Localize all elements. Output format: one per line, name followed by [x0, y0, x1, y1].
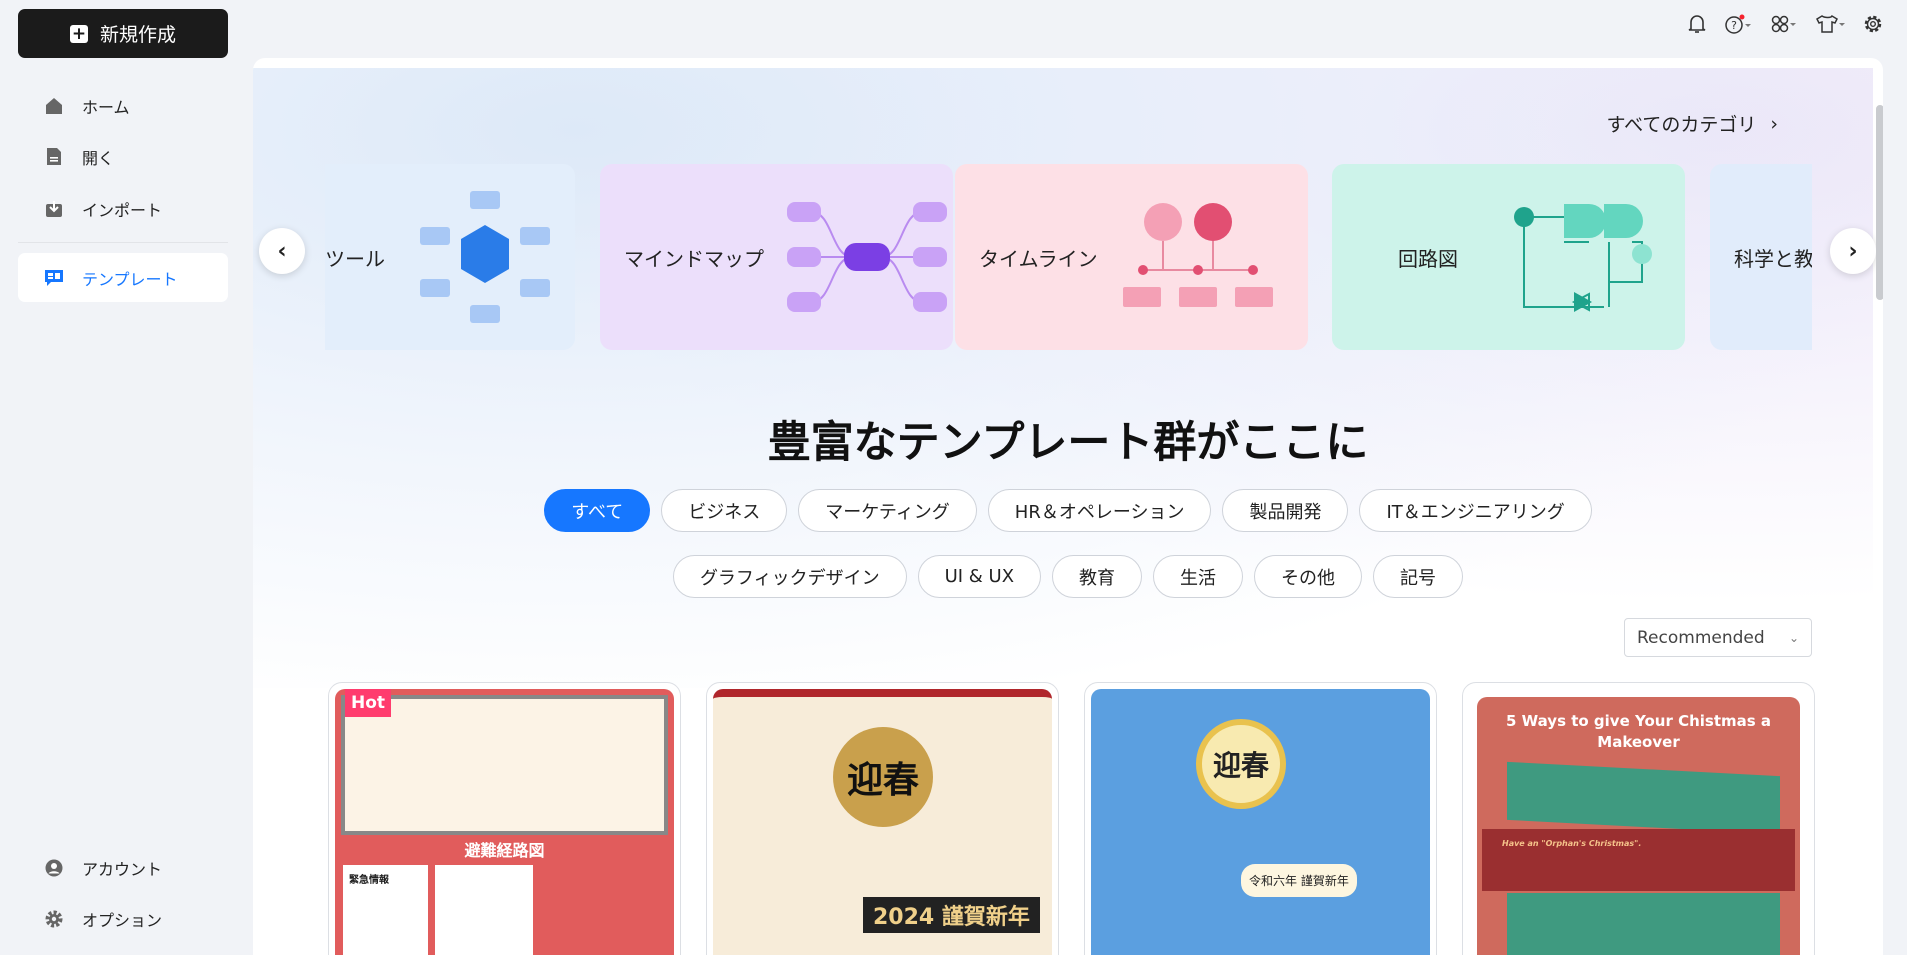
template-title: 迎春 — [1196, 719, 1286, 809]
filter-chip[interactable]: 生活 — [1153, 555, 1244, 598]
filter-chip[interactable]: グラフィックデザイン — [672, 555, 907, 598]
sidebar-item-label: アカウント — [82, 859, 163, 879]
template-card-evacuation[interactable]: Hot 避難経路図 緊急情報 — [328, 682, 681, 955]
sidebar-item-template[interactable]: テンプレート — [18, 253, 228, 302]
template-icon — [44, 268, 64, 288]
carousel-prev-button[interactable]: ‹ — [259, 228, 305, 274]
filter-chip[interactable]: ビジネス — [661, 489, 788, 532]
scrollbar-thumb[interactable] — [1876, 105, 1883, 300]
ribbon — [1507, 761, 1780, 835]
category-filter-row-1: すべて ビジネス マーケティング HR＆オペレーション 製品開発 IT＆エンジニアリング — [253, 489, 1883, 532]
sidebar-item-label: オプション — [82, 910, 163, 930]
filter-chip[interactable]: 製品開発 — [1222, 489, 1349, 532]
hot-badge: Hot — [345, 689, 392, 717]
category-label: ツール — [325, 246, 385, 271]
all-categories-link[interactable]: すべてのカテゴリ › — [1606, 110, 1778, 137]
template-text: 2024 謹賀新年 — [863, 897, 1040, 933]
filter-chip[interactable]: すべて — [544, 489, 651, 532]
carousel-next-button[interactable]: › — [1830, 228, 1876, 274]
sidebar-item-label: テンプレート — [82, 269, 178, 289]
sidebar-item-open[interactable]: 開く — [18, 132, 228, 181]
template-info-box: 緊急情報 — [343, 865, 428, 955]
new-create-label: 新規作成 — [99, 24, 176, 46]
plus-icon: + — [69, 23, 88, 44]
category-label: マインドマップ — [624, 246, 764, 271]
category-card-science[interactable]: 科学と教 — [1710, 164, 1812, 350]
chevron-right-icon: › — [1848, 238, 1858, 264]
category-label: 回路図 — [1398, 246, 1458, 271]
apps-icon[interactable] — [1769, 12, 1801, 36]
template-subtitle: 緊急情報 — [349, 875, 389, 886]
chevron-left-icon: ‹ — [277, 238, 287, 264]
circuit-icon — [1514, 204, 1652, 312]
theme-shirt-icon[interactable] — [1815, 12, 1847, 36]
category-card-circuit[interactable]: 回路図 — [1332, 164, 1685, 350]
network-diagram-icon — [420, 191, 550, 323]
account-icon — [44, 858, 64, 878]
gear-icon — [44, 909, 64, 929]
page-title: 豊富なテンプレート群がここに — [767, 418, 1369, 468]
sidebar-divider — [18, 242, 228, 243]
sidebar-item-label: インポート — [82, 200, 163, 220]
category-filter-row-2: グラフィックデザイン UI & UX 教育 生活 その他 記号 — [253, 555, 1883, 598]
sort-select[interactable]: Recommended ⌄ — [1624, 618, 1812, 657]
category-carousel: ツール マインドマップ タイムライン 回路図 科学と教 — [325, 164, 1812, 350]
sidebar-item-home[interactable]: ホーム — [18, 81, 228, 130]
timeline-icon — [1122, 203, 1273, 307]
category-label: 科学と教 — [1734, 246, 1812, 271]
chevron-down-icon: ⌄ — [1788, 630, 1799, 645]
new-create-button[interactable]: + 新規作成 — [18, 9, 228, 58]
template-text: Have an "Orphan's Christmas". — [1502, 839, 1642, 848]
template-card-christmas[interactable]: 5 Ways to give Your Chistmas a Makeover … — [1462, 682, 1815, 955]
filter-chip[interactable]: マーケティング — [798, 489, 977, 532]
template-card-new-year-1[interactable]: 迎春 2024 謹賀新年 — [706, 682, 1059, 955]
bell-icon[interactable] — [1685, 12, 1709, 36]
all-categories-label: すべてのカテゴリ — [1606, 114, 1757, 136]
import-icon — [44, 199, 64, 219]
template-title: 5 Ways to give Your Chistmas a Makeover — [1505, 712, 1772, 751]
filter-chip[interactable]: 記号 — [1373, 555, 1464, 598]
sort-selected-value: Recommended — [1637, 627, 1765, 648]
filter-chip[interactable]: UI & UX — [917, 555, 1042, 598]
file-icon — [44, 147, 64, 167]
sidebar-item-label: 開く — [82, 148, 115, 168]
chevron-right-icon: › — [1770, 112, 1778, 135]
template-card-new-year-2[interactable]: 迎春 令和六年 謹賀新年 — [1084, 682, 1437, 955]
filter-chip[interactable]: IT＆エンジニアリング — [1359, 489, 1592, 532]
ribbon — [1507, 893, 1780, 955]
ribbon: Have an "Orphan's Christmas". — [1482, 829, 1795, 891]
template-legend-box — [435, 865, 533, 955]
sidebar-item-label: ホーム — [82, 97, 130, 117]
filter-chip[interactable]: 教育 — [1052, 555, 1143, 598]
sidebar-item-options[interactable]: オプション — [18, 894, 228, 943]
category-card-mindmap[interactable]: マインドマップ — [600, 164, 953, 350]
filter-chip[interactable]: HR＆オペレーション — [987, 489, 1212, 532]
category-label: タイムライン — [979, 246, 1098, 271]
template-title: 迎春 — [833, 727, 933, 827]
sidebar-item-import[interactable]: インポート — [18, 184, 228, 233]
settings-icon[interactable] — [1861, 12, 1885, 36]
mindmap-icon — [787, 202, 947, 312]
category-card-timeline[interactable]: タイムライン — [955, 164, 1308, 350]
help-icon[interactable]: ? — [1724, 12, 1756, 36]
template-title: 避難経路図 — [464, 841, 545, 860]
template-text: 令和六年 謹賀新年 — [1241, 864, 1357, 897]
category-card-tool[interactable]: ツール — [325, 164, 575, 350]
template-gallery: すべてのカテゴリ › ツール マインドマップ タイムライン 回路図 科学と教 ‹… — [253, 58, 1883, 955]
svg-text:?: ? — [1731, 19, 1737, 32]
home-icon — [44, 96, 64, 116]
sidebar-item-account[interactable]: アカウント — [18, 843, 228, 892]
filter-chip[interactable]: その他 — [1254, 555, 1363, 598]
